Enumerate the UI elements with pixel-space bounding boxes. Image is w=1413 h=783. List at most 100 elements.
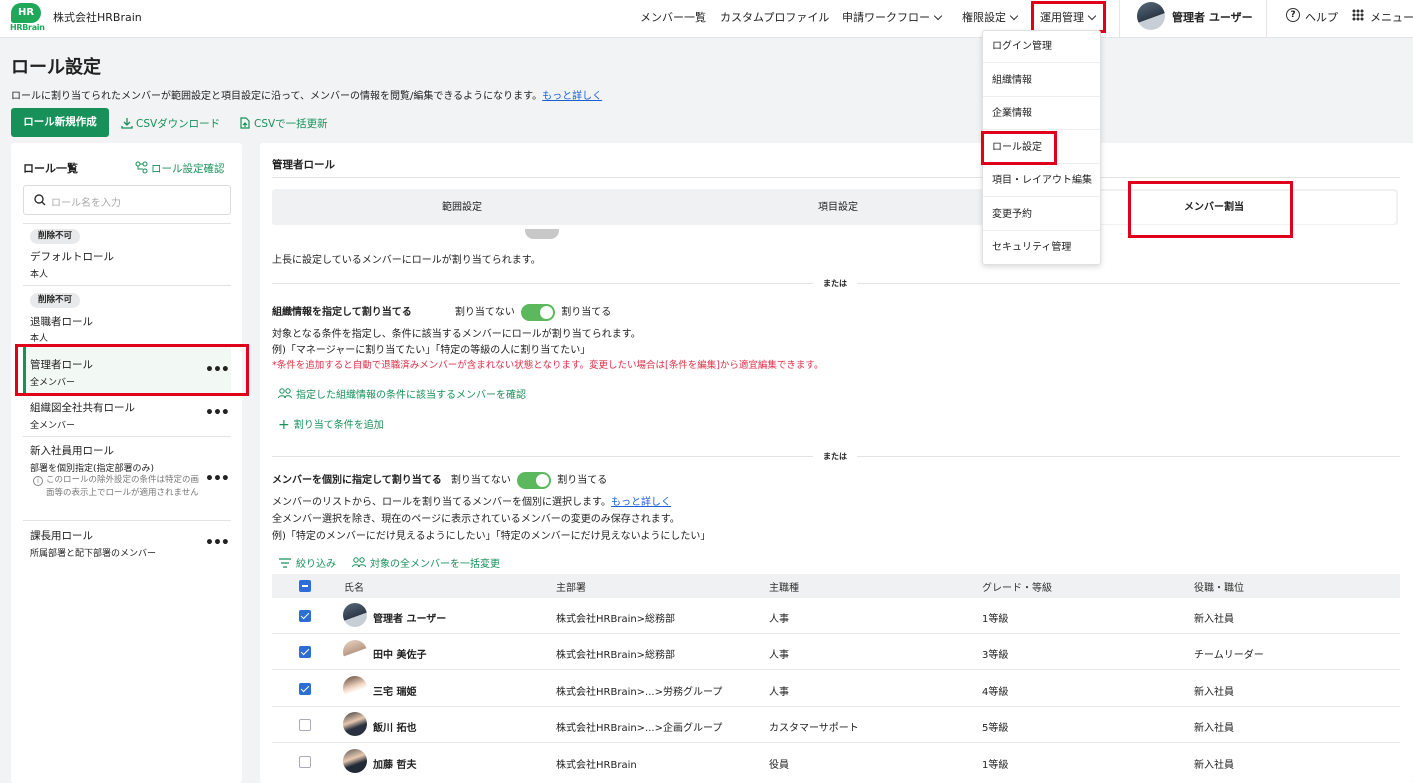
member-position: 新入社員 [1194, 760, 1234, 771]
more-options-icon[interactable]: ••• [205, 471, 230, 487]
role-confirm-link[interactable]: ロール設定確認 [135, 161, 225, 176]
menu-change-schedule[interactable]: 変更予約 [983, 198, 1100, 231]
divider [23, 520, 231, 521]
or-separator: または [813, 278, 857, 289]
highlight-operations [1031, 1, 1106, 33]
member-dept: 株式会社HRBrain [556, 760, 637, 771]
role-newhire-desc: 部署を個別指定(指定部署のみ) [30, 464, 155, 474]
member-name[interactable]: 管理者 ユーザー [373, 610, 446, 625]
company-name: 株式会社HRBrain [53, 11, 142, 24]
select-all-checkbox[interactable] [299, 580, 311, 592]
row-checkbox[interactable] [299, 683, 311, 695]
menu-login-management[interactable]: ログイン管理 [983, 30, 1100, 63]
role-orgchart-name[interactable]: 組織図全社共有ロール [30, 400, 135, 415]
role-default-name[interactable]: デフォルトロール [30, 249, 114, 264]
divider [272, 633, 1400, 634]
member-grade: 1等級 [982, 760, 1009, 771]
bulk-change-label: 対象の全メンバーを一括変更 [370, 559, 500, 570]
org-line1: 対象となる条件を指定し、条件に該当するメンバーにロールが割り当てられます。 [272, 329, 641, 340]
menu-button[interactable]: メニュー [1370, 9, 1413, 25]
menu-company-info[interactable]: 企業情報 [983, 97, 1100, 130]
org-check-label: 指定した組織情報の条件に該当するメンバーを確認 [296, 390, 526, 401]
member-grade: 5等級 [982, 723, 1009, 734]
member-dept: 株式会社HRBrain>...>企画グループ [556, 723, 723, 734]
col-dept[interactable]: 主部署 [556, 579, 586, 594]
toggle-supervisor[interactable] [525, 229, 559, 239]
member-job: 役員 [769, 760, 789, 771]
role-newhire-name[interactable]: 新入社員用ロール [30, 443, 114, 458]
member-name[interactable]: 飯川 拓也 [373, 719, 416, 734]
nav-member-list[interactable]: メンバー一覧 [640, 9, 706, 25]
row-checkbox[interactable] [299, 756, 311, 768]
user-avatar[interactable] [1137, 2, 1165, 30]
member-job: カスタマーサポート [769, 723, 859, 734]
row-checkbox[interactable] [299, 719, 311, 731]
role-search-input[interactable]: ロール名を入力 [23, 185, 231, 215]
divider [272, 706, 1400, 707]
indiv-assign-title: メンバーを個別に指定して割り当てる [272, 475, 442, 486]
org-toggle-off-label: 割り当てない [454, 307, 515, 318]
csv-update-button[interactable]: CSVで一括更新 [239, 116, 328, 131]
filter-button[interactable]: 絞り込み [279, 555, 336, 570]
row-checkbox[interactable] [299, 646, 311, 658]
col-grade[interactable]: グレード・等級 [982, 579, 1052, 594]
learn-more-link[interactable]: もっと詳しく [542, 91, 602, 102]
nav-custom-profile[interactable]: カスタムプロファイル [720, 9, 829, 25]
page-description: ロールに割り当てられたメンバーが範囲設定と項目設定に沿って、メンバーの情報を閲覧… [11, 87, 602, 102]
role-confirm-label: ロール設定確認 [151, 163, 225, 175]
member-name[interactable]: 田中 美佐子 [373, 646, 426, 661]
role-detail-panel [260, 143, 1413, 783]
logo-mark: HR [11, 3, 41, 23]
divider [1119, 0, 1120, 38]
member-name[interactable]: 三宅 瑞姫 [373, 683, 416, 698]
member-dept: 株式会社HRBrain>総務部 [556, 614, 676, 625]
menu-security[interactable]: セキュリティ管理 [983, 231, 1100, 264]
csv-update-label: CSVで一括更新 [254, 118, 328, 130]
more-options-icon[interactable]: ••• [205, 535, 230, 551]
indiv-toggle-on-label: 割り当てる [557, 475, 608, 486]
bulk-change-button[interactable]: 対象の全メンバーを一括変更 [352, 555, 500, 570]
hrbrain-logo[interactable]: HR HRBrain [10, 3, 45, 33]
menu-org-info[interactable]: 組織情報 [983, 64, 1100, 97]
role-manager-name[interactable]: 課長用ロール [30, 528, 93, 543]
col-name[interactable]: 氏名 [344, 579, 364, 594]
top-header: HR HRBrain 株式会社HRBrain メンバー一覧 カスタムプロファイル… [0, 0, 1413, 38]
divider [23, 285, 231, 286]
col-position[interactable]: 役職・職位 [1194, 579, 1244, 594]
menu-field-layout[interactable]: 項目・レイアウト編集 [983, 164, 1100, 197]
role-retired-name[interactable]: 退職者ロール [30, 314, 93, 329]
org-line2: 例)「マネージャーに割り当てたい」「特定の等級の人に割り当てたい」 [272, 345, 591, 356]
tab-scope[interactable]: 範囲設定 [272, 191, 652, 224]
row-checkbox[interactable] [299, 610, 311, 622]
nav-workflow[interactable]: 申請ワークフロー [842, 9, 943, 25]
page-description-text: ロールに割り当てられたメンバーが範囲設定と項目設定に沿って、メンバーの情報を閲覧… [11, 91, 543, 102]
member-job: 人事 [769, 687, 789, 698]
org-assign-title: 組織情報を指定して割り当てる [272, 307, 412, 318]
users-icon [278, 388, 292, 399]
file-upload-icon [240, 117, 250, 129]
member-avatar [343, 640, 367, 664]
more-options-icon[interactable]: ••• [205, 405, 230, 421]
new-role-button[interactable]: ロール新規作成 [11, 108, 109, 137]
highlight-admin-role [15, 344, 249, 396]
users-icon [352, 557, 366, 568]
nav-permissions-label: 権限設定 [962, 11, 1006, 24]
nav-permissions[interactable]: 権限設定 [962, 9, 1019, 25]
help-link[interactable]: ヘルプ [1305, 9, 1338, 25]
csv-download-button[interactable]: CSVダウンロード [121, 116, 220, 131]
indiv-assign-row: メンバーを個別に指定して割り当てる 割り当てない 割り当てる [272, 471, 607, 489]
divider [23, 223, 231, 224]
user-name[interactable]: 管理者 ユーザー [1172, 9, 1253, 25]
download-icon [121, 118, 133, 129]
tab-fields[interactable]: 項目設定 [648, 191, 1028, 224]
indiv-assign-toggle[interactable] [517, 471, 552, 489]
org-assign-toggle[interactable] [521, 303, 556, 321]
add-condition-link[interactable]: + 割り当て条件を追加 [278, 416, 384, 433]
member-name[interactable]: 加藤 哲夫 [373, 756, 416, 771]
member-position: 新入社員 [1194, 687, 1234, 698]
indiv-learn-more-link[interactable]: もっと詳しく [611, 497, 671, 508]
org-check-link[interactable]: 指定した組織情報の条件に該当するメンバーを確認 [278, 386, 526, 401]
org-chart-icon [135, 161, 148, 174]
col-job[interactable]: 主職種 [769, 579, 799, 594]
add-condition-label: 割り当て条件を追加 [293, 420, 384, 431]
